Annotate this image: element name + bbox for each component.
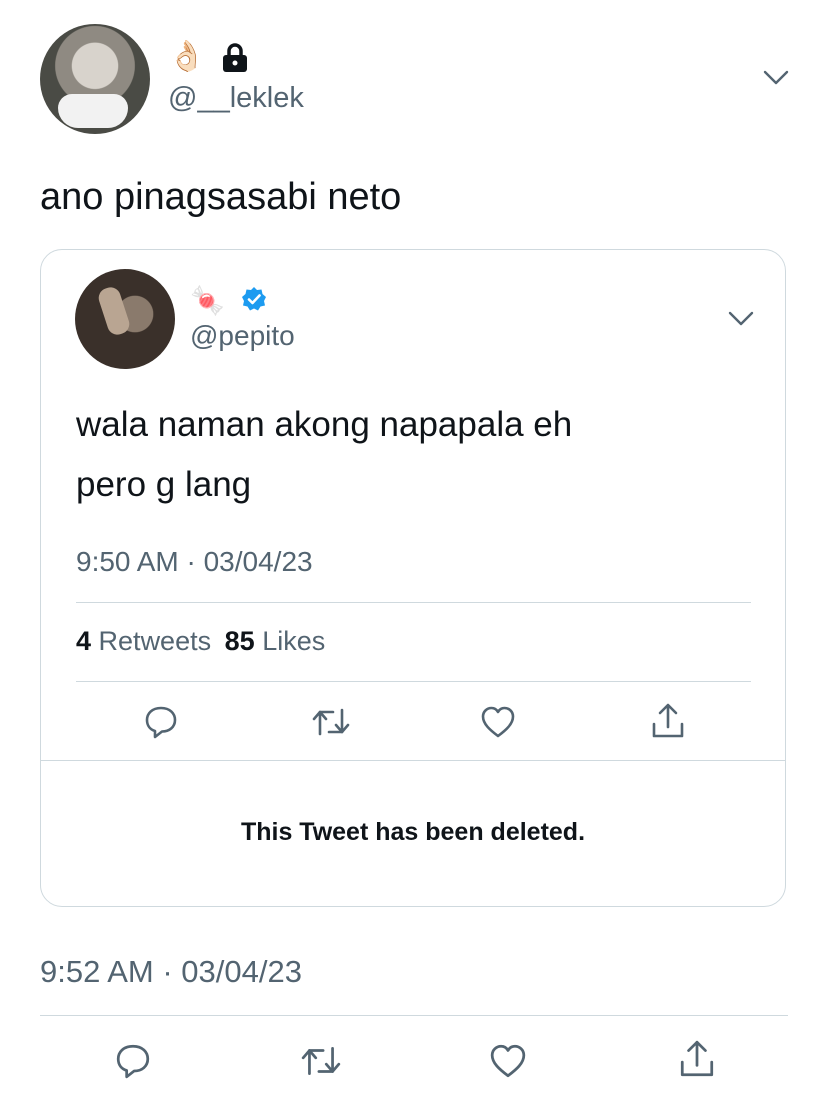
share-icon[interactable] — [678, 1039, 716, 1079]
quoted-tweet-text-line-1: wala naman akong napapala eh — [76, 405, 573, 444]
share-icon[interactable] — [650, 702, 686, 740]
likes-label[interactable]: Likes — [262, 626, 325, 656]
author-avatar[interactable] — [40, 24, 150, 134]
quoted-author-handle[interactable]: @pepito — [190, 320, 295, 352]
likes-count[interactable]: 85 — [225, 626, 255, 656]
like-icon[interactable] — [480, 704, 516, 740]
quoted-author-avatar[interactable] — [75, 269, 175, 369]
author-handle[interactable]: @__leklek — [168, 82, 304, 115]
retweets-count[interactable]: 4 — [76, 626, 91, 656]
lock-icon — [223, 43, 247, 72]
divider — [41, 760, 785, 761]
verified-badge-icon — [242, 287, 266, 311]
divider — [76, 602, 751, 603]
reply-icon[interactable] — [143, 704, 179, 740]
retweets-label[interactable]: Retweets — [99, 626, 212, 656]
like-icon[interactable] — [489, 1042, 527, 1080]
tweet-text: ano pinagsasabi neto — [40, 176, 402, 218]
avatar-photo-detail — [58, 94, 128, 128]
chevron-down-icon[interactable] — [763, 70, 789, 86]
avatar-photo-detail — [96, 284, 132, 338]
quoted-tweet-timestamp[interactable]: 9:50 AM · 03/04/23 — [76, 546, 313, 578]
divider — [40, 1015, 788, 1016]
author-display-name[interactable]: 👌🏻 — [168, 42, 205, 72]
deleted-tweet-notice: This Tweet has been deleted. — [240, 818, 586, 846]
quoted-tweet-text-line-2: pero g lang — [76, 465, 252, 504]
reply-icon[interactable] — [114, 1042, 152, 1080]
tweet-timestamp[interactable]: 9:52 AM · 03/04/23 — [40, 954, 302, 990]
engagement-stats: 4 Retweets 85 Likes — [76, 626, 325, 657]
divider — [76, 681, 751, 682]
quoted-author-display-name[interactable]: 🍬 — [190, 286, 225, 316]
retweet-icon[interactable] — [300, 1042, 342, 1080]
chevron-down-icon[interactable] — [728, 311, 754, 327]
retweet-icon[interactable] — [311, 704, 351, 740]
